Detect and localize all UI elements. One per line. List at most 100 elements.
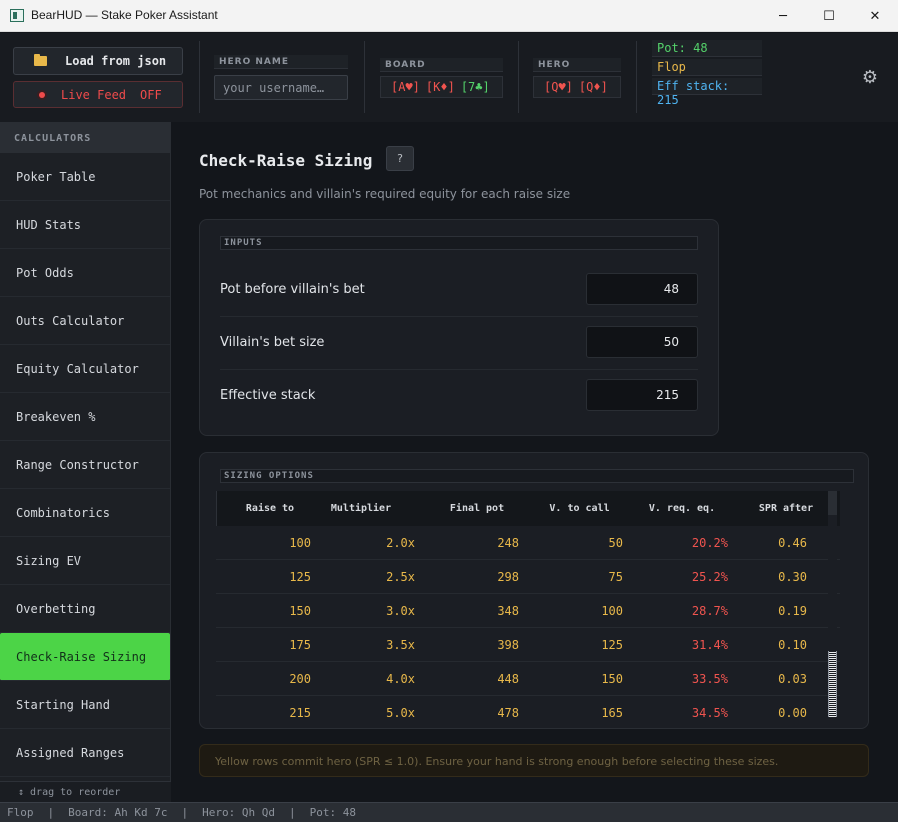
sidebar-item-assigned-ranges[interactable]: Assigned Ranges [0,729,170,777]
cell-raise-to: 125 [289,569,311,584]
sidebar-item-hud-stats[interactable]: HUD Stats [0,201,170,249]
input-row-bet: Villain's bet size [220,317,698,370]
cell-v-req-eq: 33.5% [691,671,728,686]
minimize-button[interactable]: ─ [760,0,806,32]
cell-multiplier: 5.0x [386,705,415,720]
divider [199,41,200,113]
cell-final-pot: 298 [497,569,519,584]
col-multiplier[interactable]: Multiplier [295,503,427,514]
sidebar-item-range-constructor[interactable]: Range Constructor [0,441,170,489]
hero-label: HERO [533,58,621,72]
sidebar-item-sizing-ev[interactable]: Sizing EV [0,537,170,585]
table-row[interactable]: 215 5.0x 478 165 34.5% 0.00 [216,696,840,723]
cell-v-to-call: 165 [601,705,623,720]
cell-spr-after: 0.10 [778,637,807,652]
col-raise-to[interactable]: Raise to [217,503,295,514]
title-bar: BearHUD — Stake Poker Assistant ─ ☐ ✕ [0,0,898,32]
hero-card-2: [Q♦] [578,80,608,94]
live-feed-state: OFF [140,87,162,102]
load-json-button[interactable]: Load from json [13,47,183,75]
cell-raise-to: 175 [289,637,311,652]
villain-bet-input[interactable] [586,326,698,358]
inputs-label: INPUTS [220,236,698,250]
effective-stack-label: Effective stack [220,388,316,403]
effective-stack-input[interactable] [586,379,698,411]
cell-raise-to: 100 [289,535,311,550]
window-title: BearHUD — Stake Poker Assistant [31,8,218,22]
cell-raise-to: 200 [289,671,311,686]
cell-spr-after: 0.30 [778,569,807,584]
cell-final-pot: 448 [497,671,519,686]
top-header: Load from json Live Feed OFF HERO NAME B… [0,33,898,122]
pot-before-bet-input[interactable] [586,273,698,305]
board-label: BOARD [380,58,503,72]
help-button[interactable]: ? [386,146,414,171]
board-card-1: [A♥] [391,80,420,94]
cell-multiplier: 3.5x [386,637,415,652]
input-row-stack: Effective stack [220,370,698,423]
sidebar: CALCULATORS Poker Table HUD Stats Pot Od… [0,122,171,802]
status-separator: | [288,806,296,819]
pot-before-bet-label: Pot before villain's bet [220,282,365,297]
cell-final-pot: 478 [497,705,519,720]
input-row-pot: Pot before villain's bet [220,264,698,317]
sizing-options-panel: SIZING OPTIONS Raise to Multiplier Final… [199,452,869,729]
status-hero: Hero: Qh Qd [202,806,275,819]
sidebar-item-pot-odds[interactable]: Pot Odds [0,249,170,297]
sizing-options-label: SIZING OPTIONS [220,469,854,483]
live-feed-button[interactable]: Live Feed OFF [13,81,183,108]
cell-v-to-call: 150 [601,671,623,686]
sidebar-item-equity-calculator[interactable]: Equity Calculator [0,345,170,393]
status-separator: | [47,806,55,819]
sidebar-item-poker-table[interactable]: Poker Table [0,153,170,201]
status-separator: | [181,806,189,819]
sidebar-item-breakeven[interactable]: Breakeven % [0,393,170,441]
table-scrollbar[interactable] [828,491,837,723]
cell-spr-after: 0.00 [778,705,807,720]
cell-v-to-call: 125 [601,637,623,652]
col-spr-after[interactable]: SPR after [732,503,840,514]
status-board: Board: Ah Kd 7c [68,806,168,819]
status-street: Flop [7,806,34,819]
pot-display: Pot: 48 [652,40,762,57]
cell-v-req-eq: 34.5% [691,705,728,720]
scrollbar-thumb[interactable] [828,651,837,717]
cell-final-pot: 398 [497,637,519,652]
table-row[interactable]: 125 2.5x 298 75 25.2% 0.30 [216,560,840,594]
sidebar-item-combinatorics[interactable]: Combinatorics [0,489,170,537]
cell-v-to-call: 100 [601,603,623,618]
cell-spr-after: 0.46 [778,535,807,550]
cell-multiplier: 4.0x [386,671,415,686]
col-final-pot[interactable]: Final pot [427,503,527,514]
close-button[interactable]: ✕ [852,0,898,32]
sidebar-item-overbetting[interactable]: Overbetting [0,585,170,633]
cell-raise-to: 150 [289,603,311,618]
col-v-req-eq[interactable]: V. req. eq. [632,503,732,514]
cell-raise-to: 215 [289,705,311,720]
col-v-to-call[interactable]: V. to call [527,503,632,514]
table-row[interactable]: 175 3.5x 398 125 31.4% 0.10 [216,628,840,662]
folder-icon [34,54,47,66]
sidebar-item-starting-hand[interactable]: Starting Hand [0,681,170,729]
board-card-3: [7♣] [460,80,490,94]
gear-icon[interactable]: ⚙ [861,69,879,87]
app-icon [10,9,24,22]
table-row[interactable]: 150 3.0x 348 100 28.7% 0.19 [216,594,840,628]
maximize-button[interactable]: ☐ [806,0,852,32]
sizing-table[interactable]: Raise to Multiplier Final pot V. to call… [216,491,840,723]
table-row[interactable]: 100 2.0x 248 50 20.2% 0.46 [216,526,840,560]
sidebar-item-outs-calculator[interactable]: Outs Calculator [0,297,170,345]
hero-name-input[interactable] [214,75,348,100]
sidebar-reorder-hint: ↕ drag to reorder [0,781,171,802]
main-content: Check-Raise Sizing ? Pot mechanics and v… [172,122,898,802]
table-row[interactable]: 200 4.0x 448 150 33.5% 0.03 [216,662,840,696]
scrollbar-header-cap [828,491,837,515]
cell-final-pot: 348 [497,603,519,618]
page-subtitle: Pot mechanics and villain's required equ… [199,187,571,201]
cell-v-req-eq: 28.7% [691,603,728,618]
cell-multiplier: 3.0x [386,603,415,618]
villain-bet-label: Villain's bet size [220,335,325,350]
sidebar-item-check-raise-sizing[interactable]: Check-Raise Sizing [0,633,170,681]
status-bar: Flop | Board: Ah Kd 7c | Hero: Qh Qd | P… [0,802,898,822]
cell-v-to-call: 50 [608,535,623,550]
